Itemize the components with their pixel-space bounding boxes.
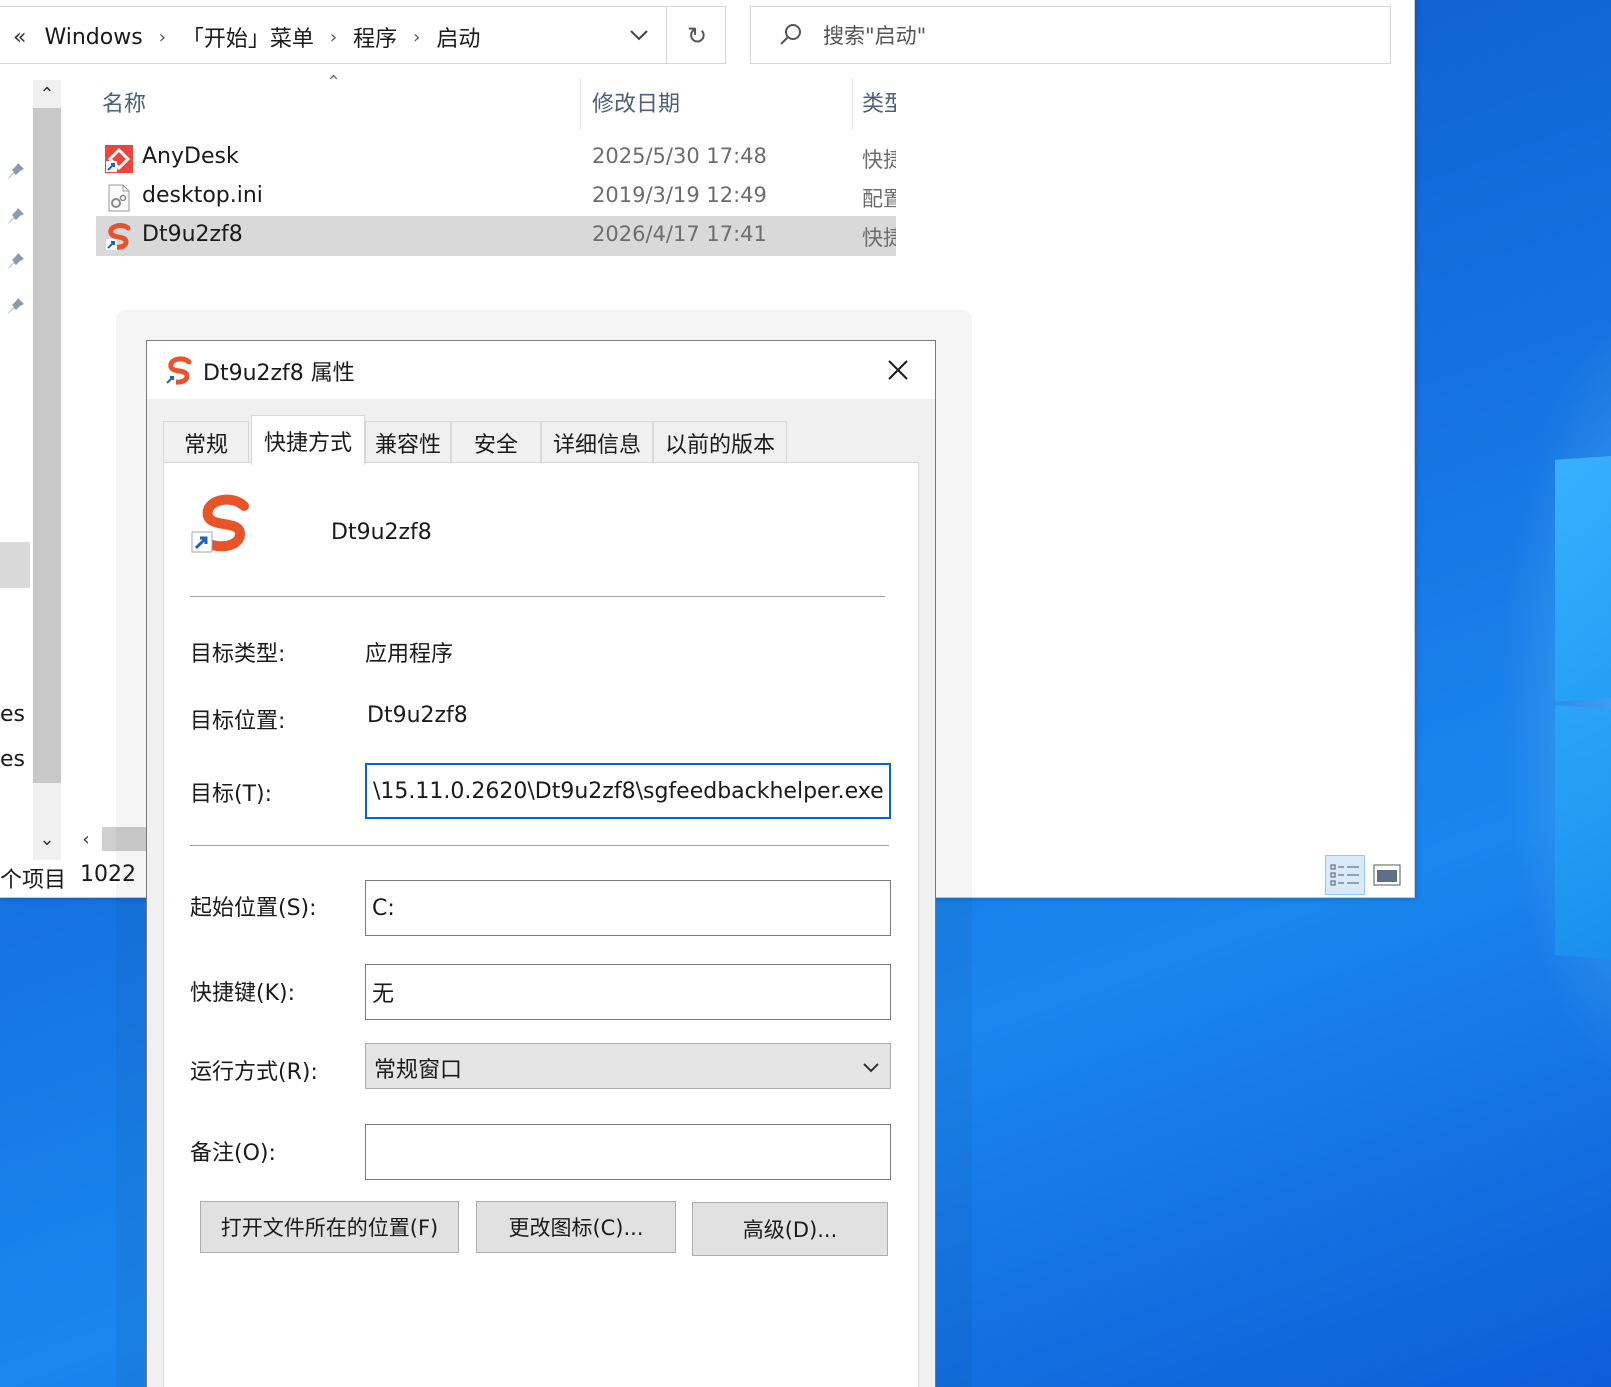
file-modified: 2026/4/17 17:41 <box>592 222 767 246</box>
status-item-count: 个项目 <box>0 868 67 893</box>
comment-field[interactable] <box>365 1124 891 1180</box>
breadcrumb-overflow-button[interactable]: « <box>13 25 26 50</box>
tab-shortcut[interactable]: 快捷方式 <box>251 415 365 465</box>
hotkey-label: 快捷键(K): <box>190 981 296 1006</box>
breadcrumb-item-start-menu[interactable]: 「开始」菜单 <box>182 21 314 53</box>
sogou-shortcut-icon <box>191 494 249 553</box>
address-divider <box>666 7 667 63</box>
breadcrumb-item-programs[interactable]: 程序 <box>353 21 397 53</box>
pin-icon[interactable] <box>5 250 27 272</box>
divider <box>190 845 889 846</box>
scroll-up-icon[interactable]: ⌃ <box>33 80 61 108</box>
windows-logo-pane-top <box>1555 450 1611 702</box>
details-view-icon[interactable] <box>1325 855 1365 895</box>
start-in-field[interactable] <box>365 880 891 936</box>
scroll-down-icon[interactable]: ⌄ <box>33 825 61 853</box>
tab-security[interactable]: 安全 <box>451 421 541 463</box>
start-in-label: 起始位置(S): <box>190 896 317 921</box>
nav-selected-item[interactable] <box>0 542 30 588</box>
pin-icon[interactable] <box>5 205 27 227</box>
target-field[interactable] <box>365 763 891 819</box>
target-label: 目标(T): <box>190 782 273 807</box>
nav-item-label[interactable]: es <box>0 747 25 772</box>
divider <box>190 596 885 597</box>
tab-previous-versions[interactable]: 以前的版本 <box>653 421 787 463</box>
target-location-value: Dt9u2zf8 <box>367 703 468 728</box>
scroll-left-icon[interactable]: ‹ <box>72 825 100 853</box>
file-type: 配置设置 <box>862 187 896 211</box>
breadcrumb-separator-icon[interactable]: › <box>159 27 166 48</box>
target-location-label: 目标位置: <box>190 709 286 734</box>
settings-file-icon <box>108 184 130 212</box>
file-type: 快捷方式 <box>862 226 896 250</box>
column-divider[interactable] <box>580 78 581 130</box>
column-divider[interactable] <box>852 78 853 130</box>
file-name: Dt9u2zf8 <box>142 222 243 247</box>
file-type: 快捷方式 <box>862 148 896 172</box>
breadcrumb: « Windows › 「开始」菜单 › 程序 › 启动 <box>13 21 480 53</box>
tab-details[interactable]: 详细信息 <box>541 421 653 463</box>
close-button[interactable] <box>875 347 921 393</box>
dialog-title: Dt9u2zf8 属性 <box>203 361 355 386</box>
tab-general[interactable]: 常规 <box>163 421 249 463</box>
breadcrumb-item-startup[interactable]: 启动 <box>436 21 480 53</box>
windows-logo-pane-bottom <box>1555 705 1611 965</box>
search-input[interactable] <box>823 19 1363 53</box>
refresh-icon[interactable]: ↻ <box>682 21 712 51</box>
file-modified: 2019/3/19 12:49 <box>592 183 767 207</box>
run-mode-select[interactable]: 常规窗口 <box>365 1043 891 1089</box>
breadcrumb-item-windows[interactable]: Windows <box>44 25 142 50</box>
pin-icon[interactable] <box>5 295 27 317</box>
chevron-down-icon <box>863 1063 879 1073</box>
file-name: AnyDesk <box>142 144 239 169</box>
sogou-shortcut-icon <box>165 356 192 385</box>
chevron-down-icon[interactable] <box>625 21 653 49</box>
file-row-anydesk[interactable]: AnyDesk 2025/5/30 17:48 快捷方式 <box>96 138 896 178</box>
anydesk-shortcut-icon <box>105 145 133 173</box>
nav-scrollbar-thumb[interactable] <box>33 108 61 783</box>
dialog-titlebar[interactable]: Dt9u2zf8 属性 <box>147 341 935 399</box>
comment-label: 备注(O): <box>190 1141 276 1166</box>
hotkey-field[interactable] <box>365 964 891 1020</box>
run-mode-value: 常规窗口 <box>374 1058 463 1083</box>
advanced-button[interactable]: 高级(D)... <box>692 1202 888 1256</box>
nav-item-label[interactable]: es <box>0 702 25 727</box>
breadcrumb-separator-icon[interactable]: › <box>413 27 420 48</box>
open-file-location-button[interactable]: 打开文件所在的位置(F) <box>200 1201 459 1253</box>
close-icon <box>888 360 908 380</box>
column-header-type[interactable]: 类型 <box>862 86 896 132</box>
shortcut-name: Dt9u2zf8 <box>331 520 432 545</box>
target-type-label: 目标类型: <box>190 642 286 667</box>
pin-icon[interactable] <box>5 160 27 182</box>
column-header-name[interactable]: 名称 <box>102 86 146 132</box>
file-modified: 2025/5/30 17:48 <box>592 144 767 168</box>
tab-compatibility[interactable]: 兼容性 <box>365 421 451 463</box>
sogou-shortcut-icon <box>106 223 131 250</box>
target-type-value: 应用程序 <box>365 642 454 667</box>
file-row-dt9u2zf8[interactable]: Dt9u2zf8 2026/4/17 17:41 快捷方式 <box>96 216 896 256</box>
file-name: desktop.ini <box>142 183 263 208</box>
sort-ascending-icon: ⌃ <box>326 72 342 93</box>
breadcrumb-separator-icon[interactable]: › <box>330 27 337 48</box>
large-icons-view-icon[interactable] <box>1367 855 1407 895</box>
column-header-modified[interactable]: 修改日期 <box>592 86 680 132</box>
file-row-desktop-ini[interactable]: desktop.ini 2019/3/19 12:49 配置设置 <box>96 177 896 217</box>
address-bar[interactable]: « Windows › 「开始」菜单 › 程序 › 启动 ↻ <box>0 6 726 64</box>
change-icon-button[interactable]: 更改图标(C)... <box>476 1201 676 1253</box>
search-box[interactable] <box>750 6 1391 64</box>
run-label: 运行方式(R): <box>190 1060 318 1085</box>
search-icon <box>780 24 801 45</box>
